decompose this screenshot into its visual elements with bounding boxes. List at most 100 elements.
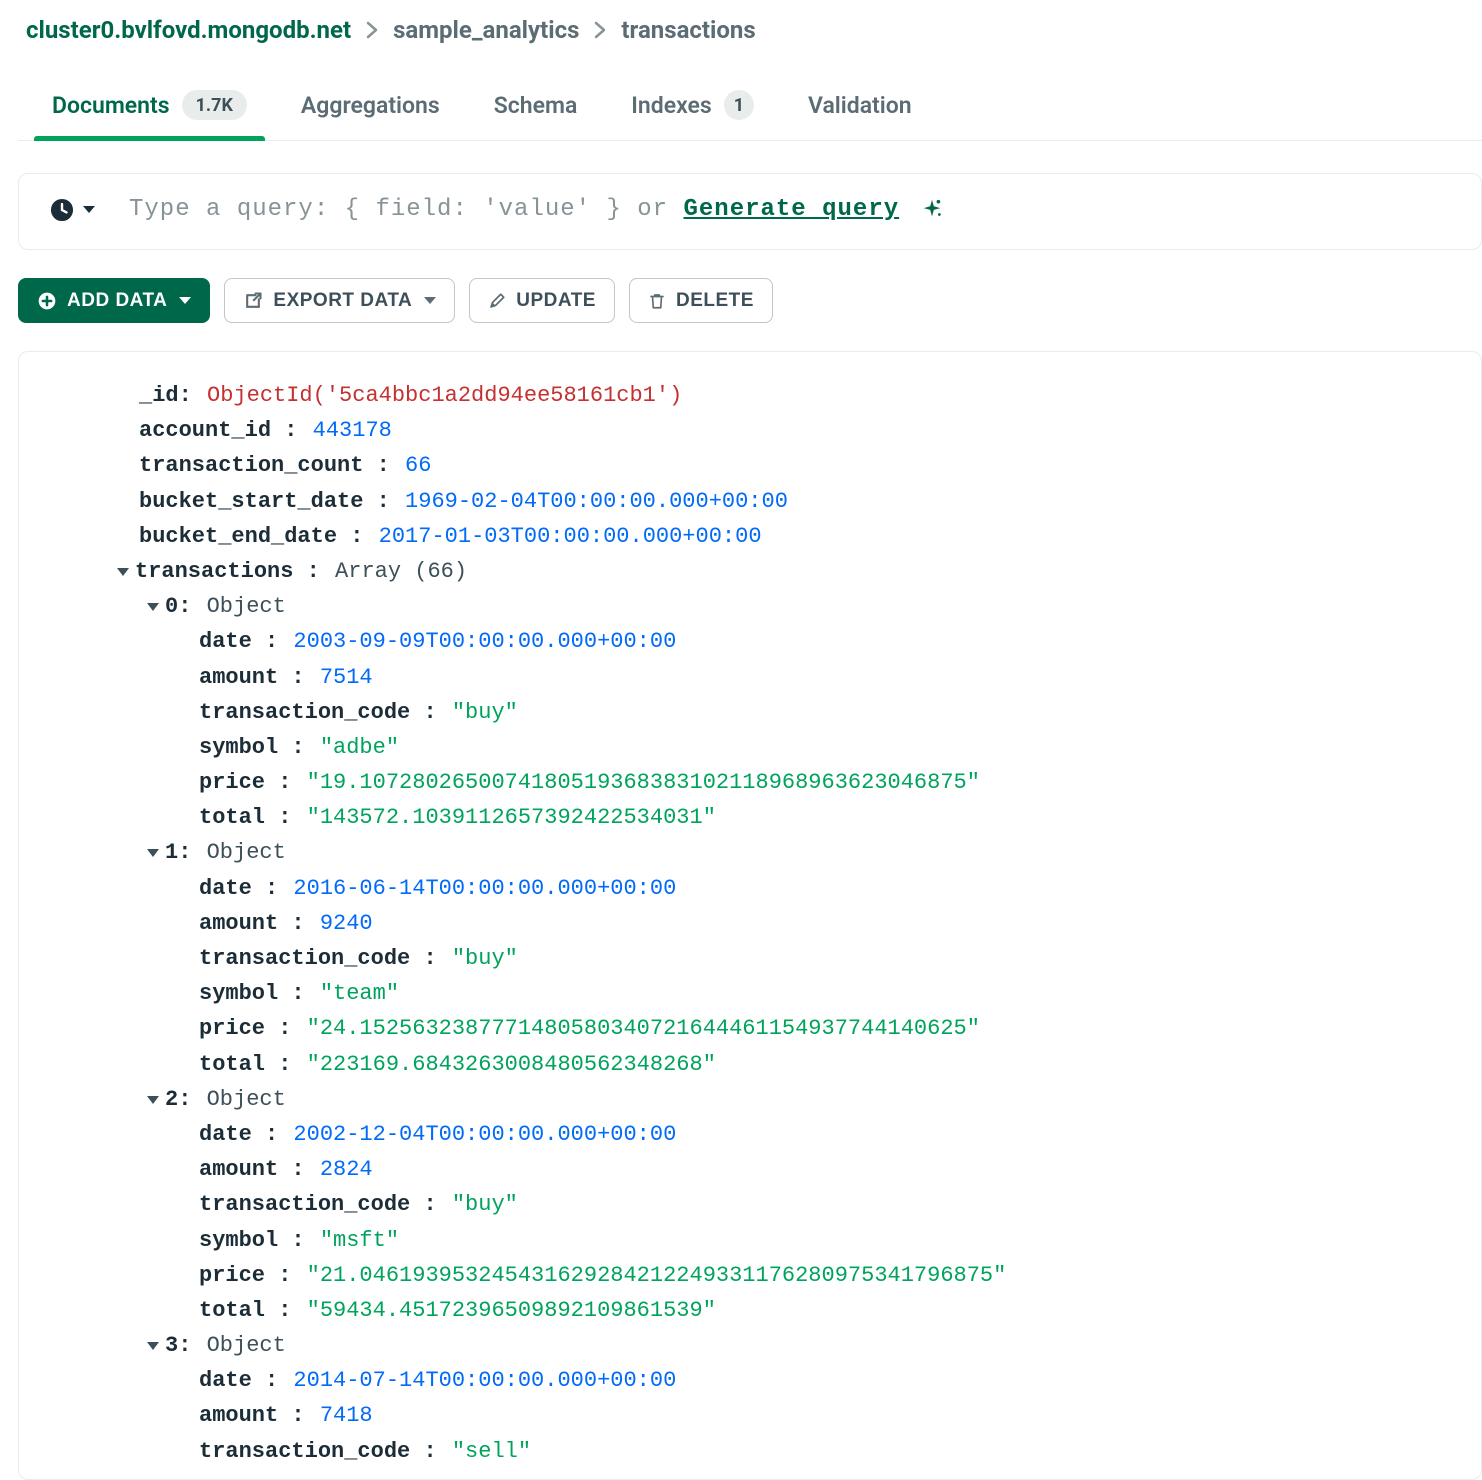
field-key: _id	[139, 383, 179, 408]
field-value: Object	[207, 840, 286, 865]
field-total[interactable]: total : "59434.45172396509892109861539"	[61, 1293, 1461, 1328]
field-key: bucket_end_date	[139, 524, 337, 549]
export-data-button[interactable]: EXPORT DATA	[224, 278, 455, 323]
add-data-button[interactable]: ADD DATA	[18, 278, 210, 323]
field-account-id[interactable]: account_id : 443178	[61, 413, 1461, 448]
field-key: total	[199, 1298, 265, 1323]
field-total[interactable]: total : "223169.6843263008480562348268"	[61, 1047, 1461, 1082]
field-value: Array (66)	[335, 559, 467, 584]
field-transaction-count[interactable]: transaction_count : 66	[61, 448, 1461, 483]
field-key: symbol	[199, 1228, 278, 1253]
field-key: 2	[165, 1087, 178, 1112]
field-key: symbol	[199, 735, 278, 760]
field-value: 2014-07-14T00:00:00.000+00:00	[293, 1368, 676, 1393]
chevron-down-icon	[83, 206, 95, 213]
field-value: "buy"	[452, 1192, 518, 1217]
field-symbol[interactable]: symbol : "msft"	[61, 1223, 1461, 1258]
tab-indexes[interactable]: Indexes 1	[631, 80, 754, 140]
field-key: total	[199, 805, 265, 830]
tab-validation[interactable]: Validation	[808, 82, 912, 139]
field-key: date	[199, 629, 252, 654]
field-key: amount	[199, 1157, 278, 1182]
field-key: date	[199, 1368, 252, 1393]
field-value: "msft"	[320, 1228, 399, 1253]
pencil-icon	[488, 292, 506, 310]
field-amount[interactable]: amount : 2824	[61, 1152, 1461, 1187]
delete-button[interactable]: DELETE	[629, 278, 773, 323]
tab-documents[interactable]: Documents 1.7K	[52, 80, 247, 140]
trash-icon	[648, 291, 666, 311]
field-value: 2824	[320, 1157, 373, 1182]
field-value: ObjectId('5ca4bbc1a2dd94ee58161cb1')	[207, 383, 682, 408]
field-date[interactable]: date : 2002-12-04T00:00:00.000+00:00	[61, 1117, 1461, 1152]
query-history-button[interactable]	[49, 197, 95, 223]
field-key: transaction_code	[199, 946, 410, 971]
field-value: 9240	[320, 911, 373, 936]
field-amount[interactable]: amount : 7514	[61, 660, 1461, 695]
breadcrumb-collection[interactable]: transactions	[621, 16, 755, 44]
field-symbol[interactable]: symbol : "team"	[61, 976, 1461, 1011]
field-total[interactable]: total : "143572.1039112657392422534031"	[61, 800, 1461, 835]
field-amount[interactable]: amount : 7418	[61, 1398, 1461, 1433]
array-item-header[interactable]: 0: Object	[61, 589, 1461, 624]
field-amount[interactable]: amount : 9240	[61, 906, 1461, 941]
field-value: 2003-09-09T00:00:00.000+00:00	[293, 629, 676, 654]
field-key: 0	[165, 594, 178, 619]
tab-indexes-count: 1	[724, 90, 754, 120]
field-value: 2016-06-14T00:00:00.000+00:00	[293, 876, 676, 901]
field-key: price	[199, 1263, 265, 1288]
document-card: _id: ObjectId('5ca4bbc1a2dd94ee58161cb1'…	[18, 351, 1482, 1480]
breadcrumb-cluster[interactable]: cluster0.bvlfovd.mongodb.net	[26, 16, 351, 44]
field-bucket-start[interactable]: bucket_start_date : 1969-02-04T00:00:00.…	[61, 484, 1461, 519]
field-transaction-code[interactable]: transaction_code : "buy"	[61, 1187, 1461, 1222]
field-key: transaction_code	[199, 1192, 410, 1217]
field-key: bucket_start_date	[139, 489, 363, 514]
update-button[interactable]: UPDATE	[469, 278, 615, 323]
field-transaction-code[interactable]: transaction_code : "sell"	[61, 1434, 1461, 1469]
field-symbol[interactable]: symbol : "adbe"	[61, 730, 1461, 765]
field-value: Object	[207, 594, 286, 619]
generate-query-link[interactable]: Generate query	[683, 196, 899, 223]
field-price[interactable]: price : "21.0461939532454316292842122493…	[61, 1258, 1461, 1293]
add-data-label: ADD DATA	[67, 290, 167, 312]
toggle-icon[interactable]	[147, 588, 165, 623]
array-item-header[interactable]: 3: Object	[61, 1328, 1461, 1363]
field-value: 1969-02-04T00:00:00.000+00:00	[405, 489, 788, 514]
field-transaction-code[interactable]: transaction_code : "buy"	[61, 695, 1461, 730]
field-value: "adbe"	[320, 735, 399, 760]
query-input[interactable]: Type a query: { field: 'value' } or Gene…	[129, 196, 943, 223]
field-key: amount	[199, 665, 278, 690]
array-item-header[interactable]: 2: Object	[61, 1082, 1461, 1117]
field-value: Object	[207, 1087, 286, 1112]
toggle-icon[interactable]	[117, 553, 135, 588]
field-key: 1	[165, 840, 178, 865]
breadcrumb-database[interactable]: sample_analytics	[393, 16, 579, 44]
chevron-down-icon	[424, 297, 436, 304]
tab-aggregations-label: Aggregations	[301, 92, 440, 119]
field-transactions[interactable]: transactions : Array (66)	[61, 554, 1461, 589]
field-date[interactable]: date : 2016-06-14T00:00:00.000+00:00	[61, 871, 1461, 906]
field-transaction-code[interactable]: transaction_code : "buy"	[61, 941, 1461, 976]
field-value: 66	[405, 453, 431, 478]
toggle-icon[interactable]	[147, 834, 165, 869]
field-price[interactable]: price : "19.1072802650074180519368383102…	[61, 765, 1461, 800]
field-date[interactable]: date : 2014-07-14T00:00:00.000+00:00	[61, 1363, 1461, 1398]
field-key: 3	[165, 1333, 178, 1358]
field-value: Object	[207, 1333, 286, 1358]
tab-aggregations[interactable]: Aggregations	[301, 82, 440, 139]
toggle-icon[interactable]	[147, 1327, 165, 1362]
field-value: "223169.6843263008480562348268"	[307, 1052, 716, 1077]
field-date[interactable]: date : 2003-09-09T00:00:00.000+00:00	[61, 624, 1461, 659]
array-item-header[interactable]: 1: Object	[61, 835, 1461, 870]
tab-indexes-label: Indexes	[631, 92, 711, 119]
toggle-icon[interactable]	[147, 1081, 165, 1116]
tab-schema[interactable]: Schema	[494, 82, 578, 139]
field-bucket-end[interactable]: bucket_end_date : 2017-01-03T00:00:00.00…	[61, 519, 1461, 554]
field-key: amount	[199, 911, 278, 936]
field-price[interactable]: price : "24.1525632387771480580340721644…	[61, 1011, 1461, 1046]
field-value: 7514	[320, 665, 373, 690]
query-placeholder: Type a query: { field: 'value' } or	[129, 196, 683, 223]
action-toolbar: ADD DATA EXPORT DATA UPDATE DELETE	[18, 278, 1482, 323]
field-key: amount	[199, 1403, 278, 1428]
field-id[interactable]: _id: ObjectId('5ca4bbc1a2dd94ee58161cb1'…	[61, 378, 1461, 413]
